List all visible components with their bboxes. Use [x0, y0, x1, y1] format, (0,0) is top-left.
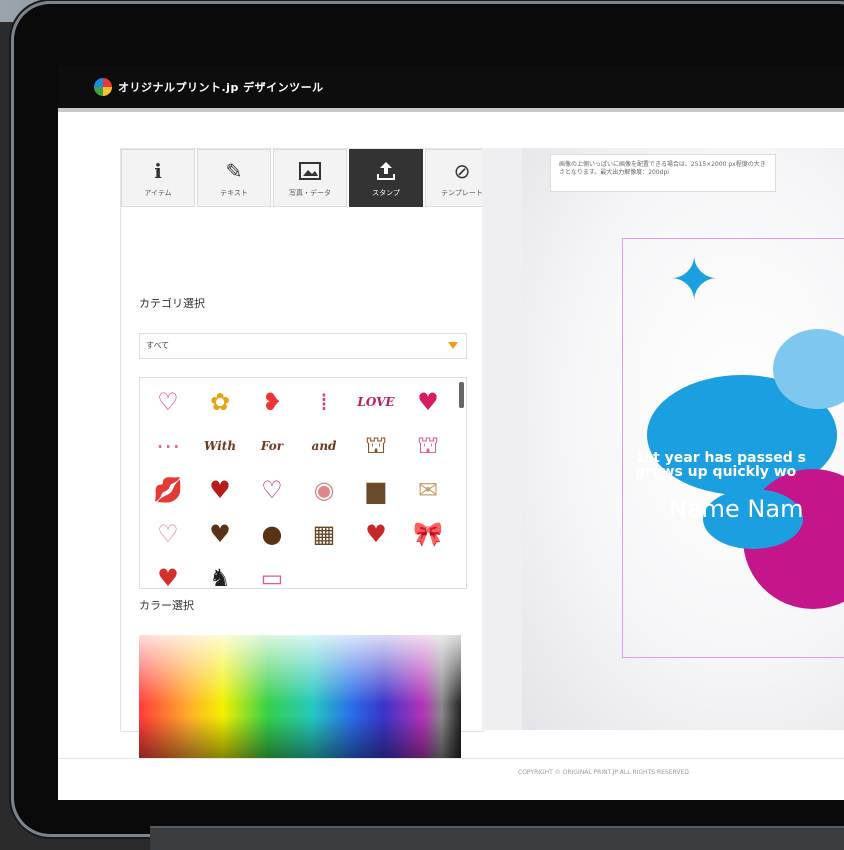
candles-stamp[interactable]: ⁞: [300, 382, 348, 422]
chocolate-bar-stamp[interactable]: ▦: [300, 514, 348, 554]
tool-panel: i アイテム ✎ テキスト 写真・データ スタンプ ⊘ テンプレート カテゴリ選…: [120, 148, 499, 785]
pink-banner-stamp[interactable]: ▭: [248, 558, 296, 588]
copyright: COPYRIGHT © ORIGINAL PRINT.JP ALL RIGHTS…: [518, 769, 691, 776]
logo-icon: [94, 78, 112, 96]
tab-item[interactable]: i アイテム: [121, 149, 195, 207]
upload-icon: [375, 158, 397, 184]
scrollbar[interactable]: [459, 382, 464, 408]
design-name-text[interactable]: Name Nam: [669, 495, 803, 523]
design-line-2: grows up quickly wo: [635, 464, 797, 480]
pink-heart-outline-stamp[interactable]: ♡: [144, 514, 192, 554]
dotted-line-stamp[interactable]: ⋯: [144, 426, 192, 466]
design-message[interactable]: 1st year has passed s grows up quickly w…: [635, 451, 844, 479]
stamp-grid[interactable]: ♡ ✿ ❥ ⁞ LOVE ♥ ⋯ With For and ⛫ ⛫ 💋 ♥ ♡ ◉ ▆ ✉ ♡ ♥ ● ▦ ♥ 🎀 ♥ ♞ ▭: [139, 377, 467, 589]
design-line-1: 1st year has passed s: [635, 450, 806, 466]
pencil-icon: ✎: [225, 159, 243, 183]
envelope-stamp[interactable]: ✉: [404, 470, 452, 510]
image-icon: [299, 158, 321, 184]
tab-text[interactable]: ✎ テキスト: [197, 149, 271, 207]
info-icon: i: [154, 159, 162, 183]
chevron-down-icon: [448, 342, 458, 349]
category-value: すべて: [146, 341, 170, 350]
chocolate-box-stamp[interactable]: ▆: [352, 470, 400, 510]
color-label: カラー選択: [139, 599, 194, 612]
lips-stamp[interactable]: 💋: [144, 470, 192, 510]
butterfly-graphic: ✦: [669, 245, 720, 315]
love-banner-stamp[interactable]: LOVE: [352, 382, 400, 422]
and-text-stamp[interactable]: and: [300, 426, 348, 466]
for-text-stamp[interactable]: For: [248, 426, 296, 466]
tool-tabs: i アイテム ✎ テキスト 写真・データ スタンプ ⊘ テンプレート: [121, 149, 501, 209]
hearts-line-stamp[interactable]: ♥: [404, 382, 452, 422]
category-label: カテゴリ選択: [139, 297, 205, 310]
tab-label: スタンプ: [372, 189, 400, 197]
red-heart-stamp[interactable]: ♥: [352, 514, 400, 554]
double-heart-stamp[interactable]: ♡: [248, 470, 296, 510]
chocolate-round-stamp[interactable]: ●: [248, 514, 296, 554]
chocolate-heart-stamp[interactable]: ♥: [196, 514, 244, 554]
tab-stamp[interactable]: スタンプ: [349, 149, 423, 207]
app-title: オリジナルプリント.jp デザインツール: [118, 81, 324, 94]
winged-heart-stamp[interactable]: ♥: [196, 470, 244, 510]
tab-label: テンプレート: [441, 189, 483, 197]
heart-bottom-1-stamp[interactable]: ♥: [144, 558, 192, 588]
tab-label: アイテム: [144, 189, 172, 197]
cupid-stamp[interactable]: ♞: [196, 558, 244, 588]
template-icon: ⊘: [453, 159, 471, 183]
footer: COPYRIGHT © ORIGINAL PRINT.JP ALL RIGHTS…: [58, 758, 844, 800]
category-select[interactable]: すべて: [139, 333, 467, 359]
app-screen: オリジナルプリント.jp デザインツール i アイテム ✎ テキスト 写真・デー…: [58, 66, 844, 800]
cupcake-pink-stamp[interactable]: ⛫: [404, 426, 452, 466]
cupcake-brown-stamp[interactable]: ⛫: [352, 426, 400, 466]
small-hearts-stamp[interactable]: ❥: [248, 382, 296, 422]
ribbon-stamp[interactable]: 🎀: [404, 514, 452, 554]
tab-label: 写真・データ: [289, 189, 331, 197]
design-canvas[interactable]: 画像の上側いっぱいに画像を配置できる場合は、2515×2000 px程度の大きさ…: [482, 148, 844, 730]
resolution-notice: 画像の上側いっぱいに画像を配置できる場合は、2515×2000 px程度の大きさ…: [550, 154, 776, 192]
tab-photo[interactable]: 写真・データ: [273, 149, 347, 207]
with-text-stamp[interactable]: With: [196, 426, 244, 466]
heart-badge-stamp[interactable]: ◉: [300, 470, 348, 510]
print-area[interactable]: ✦ 1st year has passed s grows up quickly…: [622, 238, 844, 658]
laptop-base: [150, 826, 844, 850]
hearts-cluster-stamp[interactable]: ✿: [196, 382, 244, 422]
heart-outline-stamp[interactable]: ♡: [144, 382, 192, 422]
tab-label: テキスト: [220, 189, 248, 197]
app-header: オリジナルプリント.jp デザインツール: [58, 66, 844, 112]
notice-text: 画像の上側いっぱいに画像を配置できる場合は、2515×2000 px程度の大きさ…: [559, 161, 766, 176]
